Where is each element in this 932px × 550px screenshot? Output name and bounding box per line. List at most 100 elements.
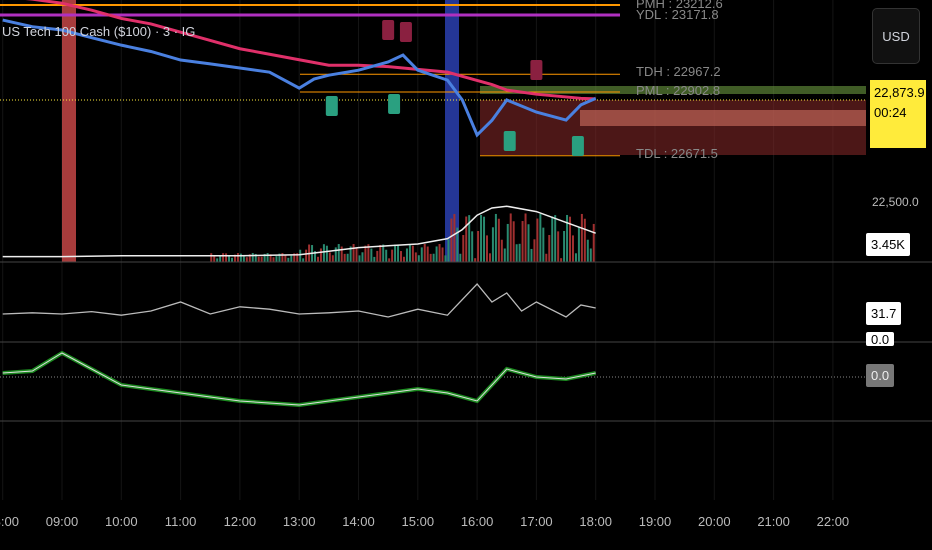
volume-bar <box>500 239 503 262</box>
buy-signal-icon <box>325 96 338 116</box>
buy-signal-icon <box>388 94 401 114</box>
volume-bar <box>592 223 595 262</box>
sell-signal-icon <box>399 22 412 42</box>
volume-bar <box>536 218 539 262</box>
level-label-tdh: TDH : 22967.2 <box>636 64 721 79</box>
volume-bar <box>408 244 411 262</box>
time-axis-label: 17:00 <box>520 514 553 529</box>
volume-bar <box>539 214 542 262</box>
volume-bar <box>491 227 494 262</box>
volume-bar <box>228 255 231 262</box>
volume-bar <box>364 245 367 262</box>
zone-red-strong <box>580 110 866 126</box>
volume-bar <box>290 255 293 262</box>
volume-bar <box>388 258 391 262</box>
volume-bar <box>272 257 275 262</box>
volume-bar <box>515 244 518 262</box>
last-price-value: 22,873.9 <box>874 85 925 100</box>
volume-bar <box>391 249 394 262</box>
volume-bar <box>589 248 592 262</box>
volume-bar <box>583 218 586 262</box>
volume-bar <box>548 234 551 262</box>
volume-bar <box>385 249 388 262</box>
volume-bar <box>257 256 260 262</box>
volume-bar <box>509 213 512 262</box>
bar-countdown: 00:24 <box>874 105 907 120</box>
volume-bar <box>287 257 290 262</box>
volume-bar <box>530 248 533 262</box>
volume-bar <box>506 223 509 262</box>
volume-bar <box>426 246 429 262</box>
volume-bar <box>557 231 560 262</box>
volume-bar <box>346 253 349 262</box>
volume-bar <box>560 258 563 262</box>
rsi-tag: 31.7 <box>866 302 902 325</box>
volume-bar <box>394 244 397 262</box>
volume-bar <box>580 213 583 262</box>
volume-bar <box>352 244 355 262</box>
time-axis-label: 13:00 <box>282 514 316 529</box>
volume-bar <box>503 248 506 262</box>
volume-bar <box>251 253 254 262</box>
volume-bar <box>397 245 400 262</box>
price-chart[interactable] <box>0 0 932 550</box>
volume-bar <box>417 255 420 262</box>
volume-bar <box>480 214 483 262</box>
volume-bar <box>477 230 480 262</box>
volume-bar <box>216 258 219 262</box>
volume-bar <box>299 249 302 262</box>
session-highlight <box>62 0 76 262</box>
time-axis-label: 20:00 <box>698 514 731 529</box>
buy-signal-icon <box>503 131 516 151</box>
volume-bar <box>370 248 373 262</box>
volume-bar <box>545 253 548 262</box>
volume-bar <box>414 252 417 262</box>
volume-bar <box>382 244 385 262</box>
volume-bar <box>222 253 225 262</box>
volume-bar <box>497 218 500 262</box>
volume-bar <box>379 244 382 262</box>
volume-bar <box>316 256 319 262</box>
volume-bar <box>574 253 577 262</box>
volume-bar <box>577 227 580 262</box>
volume-bar <box>447 239 450 262</box>
volume-bar <box>239 253 242 262</box>
volume-bar <box>429 253 432 262</box>
volume-bar <box>554 215 557 262</box>
volume-bar <box>586 239 589 262</box>
volume-bar <box>441 247 444 262</box>
volume-bar <box>337 244 340 262</box>
buy-signal-icon <box>571 136 584 156</box>
volume-bar <box>483 216 486 262</box>
volume-bar <box>373 256 376 262</box>
volume-bar <box>524 213 527 262</box>
time-axis-label: 08:00 <box>0 514 19 529</box>
level-label-pml: PML : 22902.8 <box>636 83 721 98</box>
osc-tag-b: 0.0 <box>866 364 895 387</box>
volume-bar <box>420 247 423 262</box>
volume-bar <box>488 253 491 262</box>
volume-bar <box>402 256 405 262</box>
volume-bar <box>474 258 477 262</box>
volume-bar <box>533 239 536 262</box>
volume-bar <box>485 235 488 262</box>
volume-bar <box>376 250 379 262</box>
volume-bar <box>450 218 453 262</box>
volume-bar <box>494 213 497 262</box>
volume-bar <box>331 255 334 262</box>
volume-bar <box>438 244 441 262</box>
volume-bar <box>260 256 263 262</box>
volume-bar <box>518 243 521 262</box>
volume-bar <box>225 253 228 262</box>
time-axis-label: 10:00 <box>105 514 138 529</box>
volume-bar <box>551 216 554 262</box>
volume-bar <box>542 227 545 262</box>
volume-bar <box>266 253 269 262</box>
time-axis-label: 22:00 <box>816 514 850 529</box>
volume-bar <box>322 244 325 262</box>
price-axis-label: 22,500.0 <box>872 195 919 209</box>
currency-button[interactable]: USD <box>872 8 920 64</box>
volume-bar <box>284 254 287 262</box>
volume-bar <box>453 214 456 262</box>
volume-bar <box>411 245 414 262</box>
